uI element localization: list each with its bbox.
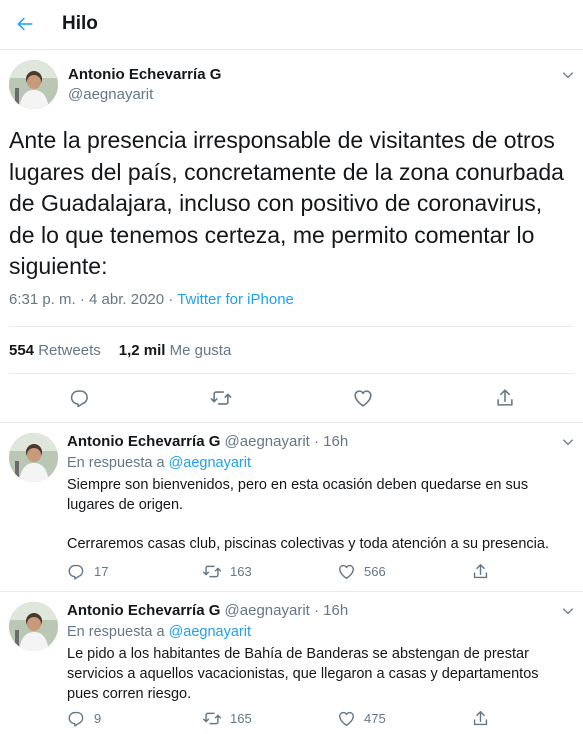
retweets-stat[interactable]: 554 Retweets bbox=[9, 342, 101, 359]
avatar[interactable] bbox=[9, 60, 58, 109]
retweet-count: 165 bbox=[230, 711, 252, 726]
reply-tweet[interactable]: Antonio Echevarría G @aegnayarit · 16h E… bbox=[0, 423, 583, 591]
divider bbox=[9, 373, 574, 374]
reply-paragraph: Siempre son bienvenidos, pero en esta oc… bbox=[67, 477, 529, 513]
reply-context: En respuesta a @aegnayarit bbox=[67, 624, 251, 640]
author-handle[interactable]: @aegnayarit · 16h bbox=[225, 433, 349, 450]
reply-context: En respuesta a @aegnayarit bbox=[67, 455, 251, 471]
likes-label: Me gusta bbox=[169, 342, 232, 359]
reply-count: 17 bbox=[94, 564, 109, 579]
heart-icon bbox=[354, 390, 372, 407]
likes-count: 1,2 mil bbox=[118, 342, 166, 359]
author-handle[interactable]: @aegnayarit bbox=[68, 86, 153, 103]
reply-text: Siempre son bienvenidos, pero en esta oc… bbox=[67, 475, 567, 554]
retweet-count: 163 bbox=[230, 564, 252, 579]
retweet-button[interactable]: 163 bbox=[202, 562, 252, 581]
author-name[interactable]: Antonio Echevarría G bbox=[67, 433, 220, 450]
reply-icon bbox=[70, 390, 88, 408]
more-options-button[interactable] bbox=[559, 66, 577, 84]
share-button[interactable] bbox=[471, 709, 498, 728]
author-handle[interactable]: @aegnayarit · 16h bbox=[225, 602, 349, 619]
thread-header: Hilo bbox=[0, 0, 583, 50]
like-count: 566 bbox=[364, 564, 386, 579]
chevron-down-icon bbox=[562, 439, 574, 446]
reply-text: Le pido a los habitantes de Bahía de Ban… bbox=[67, 644, 567, 704]
avatar[interactable] bbox=[9, 602, 58, 651]
reply-actions: 9 165 475 bbox=[67, 709, 507, 731]
back-button[interactable] bbox=[12, 11, 38, 37]
like-button[interactable]: 566 bbox=[337, 562, 386, 581]
tweet-source-link[interactable]: Twitter for iPhone bbox=[177, 291, 294, 308]
reply-icon bbox=[68, 564, 84, 580]
tweet-text: Ante la presencia irresponsable de visit… bbox=[9, 127, 564, 279]
retweets-label: Retweets bbox=[38, 342, 101, 359]
retweet-icon bbox=[210, 391, 232, 405]
reply-to-handle-link[interactable]: @aegnayarit bbox=[169, 455, 251, 471]
share-icon bbox=[497, 389, 513, 406]
share-button[interactable] bbox=[493, 386, 517, 410]
retweets-count: 554 bbox=[9, 342, 35, 359]
arrow-left-icon bbox=[17, 17, 33, 31]
retweet-button[interactable]: 165 bbox=[202, 709, 252, 728]
tweet-stats: 554 Retweets 1,2 mil Me gusta bbox=[9, 342, 231, 359]
share-button[interactable] bbox=[471, 562, 498, 581]
chevron-down-icon bbox=[562, 72, 574, 79]
tweet-meta: 6:31 p. m. · 4 abr. 2020 · Twitter for i… bbox=[9, 291, 294, 308]
share-icon bbox=[473, 711, 488, 726]
reply-tweet[interactable]: Antonio Echevarría G @aegnayarit · 16h E… bbox=[0, 592, 583, 734]
chevron-down-icon bbox=[562, 608, 574, 615]
reply-paragraph: Le pido a los habitantes de Bahía de Ban… bbox=[67, 646, 539, 702]
reply-context-label: En respuesta a bbox=[67, 455, 169, 471]
tweet-actions bbox=[0, 386, 583, 414]
avatar[interactable] bbox=[9, 433, 58, 482]
reply-button[interactable]: 17 bbox=[67, 562, 108, 581]
tweet-timestamp[interactable]: 6:31 p. m. · 4 abr. 2020 · bbox=[9, 291, 177, 308]
author-name[interactable]: Antonio Echevarría G bbox=[67, 602, 220, 619]
reply-to-handle-link[interactable]: @aegnayarit bbox=[169, 624, 251, 640]
divider bbox=[9, 326, 574, 327]
retweet-icon bbox=[202, 712, 222, 725]
reply-actions: 17 163 566 bbox=[67, 562, 507, 584]
heart-icon bbox=[339, 564, 354, 579]
reply-header: Antonio Echevarría G @aegnayarit · 16h bbox=[67, 433, 348, 450]
page-title: Hilo bbox=[62, 13, 98, 34]
like-button[interactable]: 475 bbox=[337, 709, 386, 728]
reply-header: Antonio Echevarría G @aegnayarit · 16h bbox=[67, 602, 348, 619]
reply-context-label: En respuesta a bbox=[67, 624, 169, 640]
like-count: 475 bbox=[364, 711, 386, 726]
reply-count: 9 bbox=[94, 711, 102, 726]
likes-stat[interactable]: 1,2 mil Me gusta bbox=[119, 342, 232, 359]
reply-paragraph: Cerraremos casas club, piscinas colectiv… bbox=[67, 536, 549, 552]
reply-button[interactable] bbox=[68, 386, 92, 410]
heart-icon bbox=[339, 711, 354, 726]
share-icon bbox=[473, 564, 488, 579]
like-button[interactable] bbox=[351, 386, 375, 410]
reply-icon bbox=[68, 711, 84, 727]
retweet-button[interactable] bbox=[209, 386, 233, 410]
more-options-button[interactable] bbox=[559, 433, 577, 451]
reply-button[interactable]: 9 bbox=[67, 709, 101, 728]
author-name[interactable]: Antonio Echevarría G bbox=[68, 66, 221, 83]
retweet-icon bbox=[202, 565, 222, 578]
more-options-button[interactable] bbox=[559, 602, 577, 620]
